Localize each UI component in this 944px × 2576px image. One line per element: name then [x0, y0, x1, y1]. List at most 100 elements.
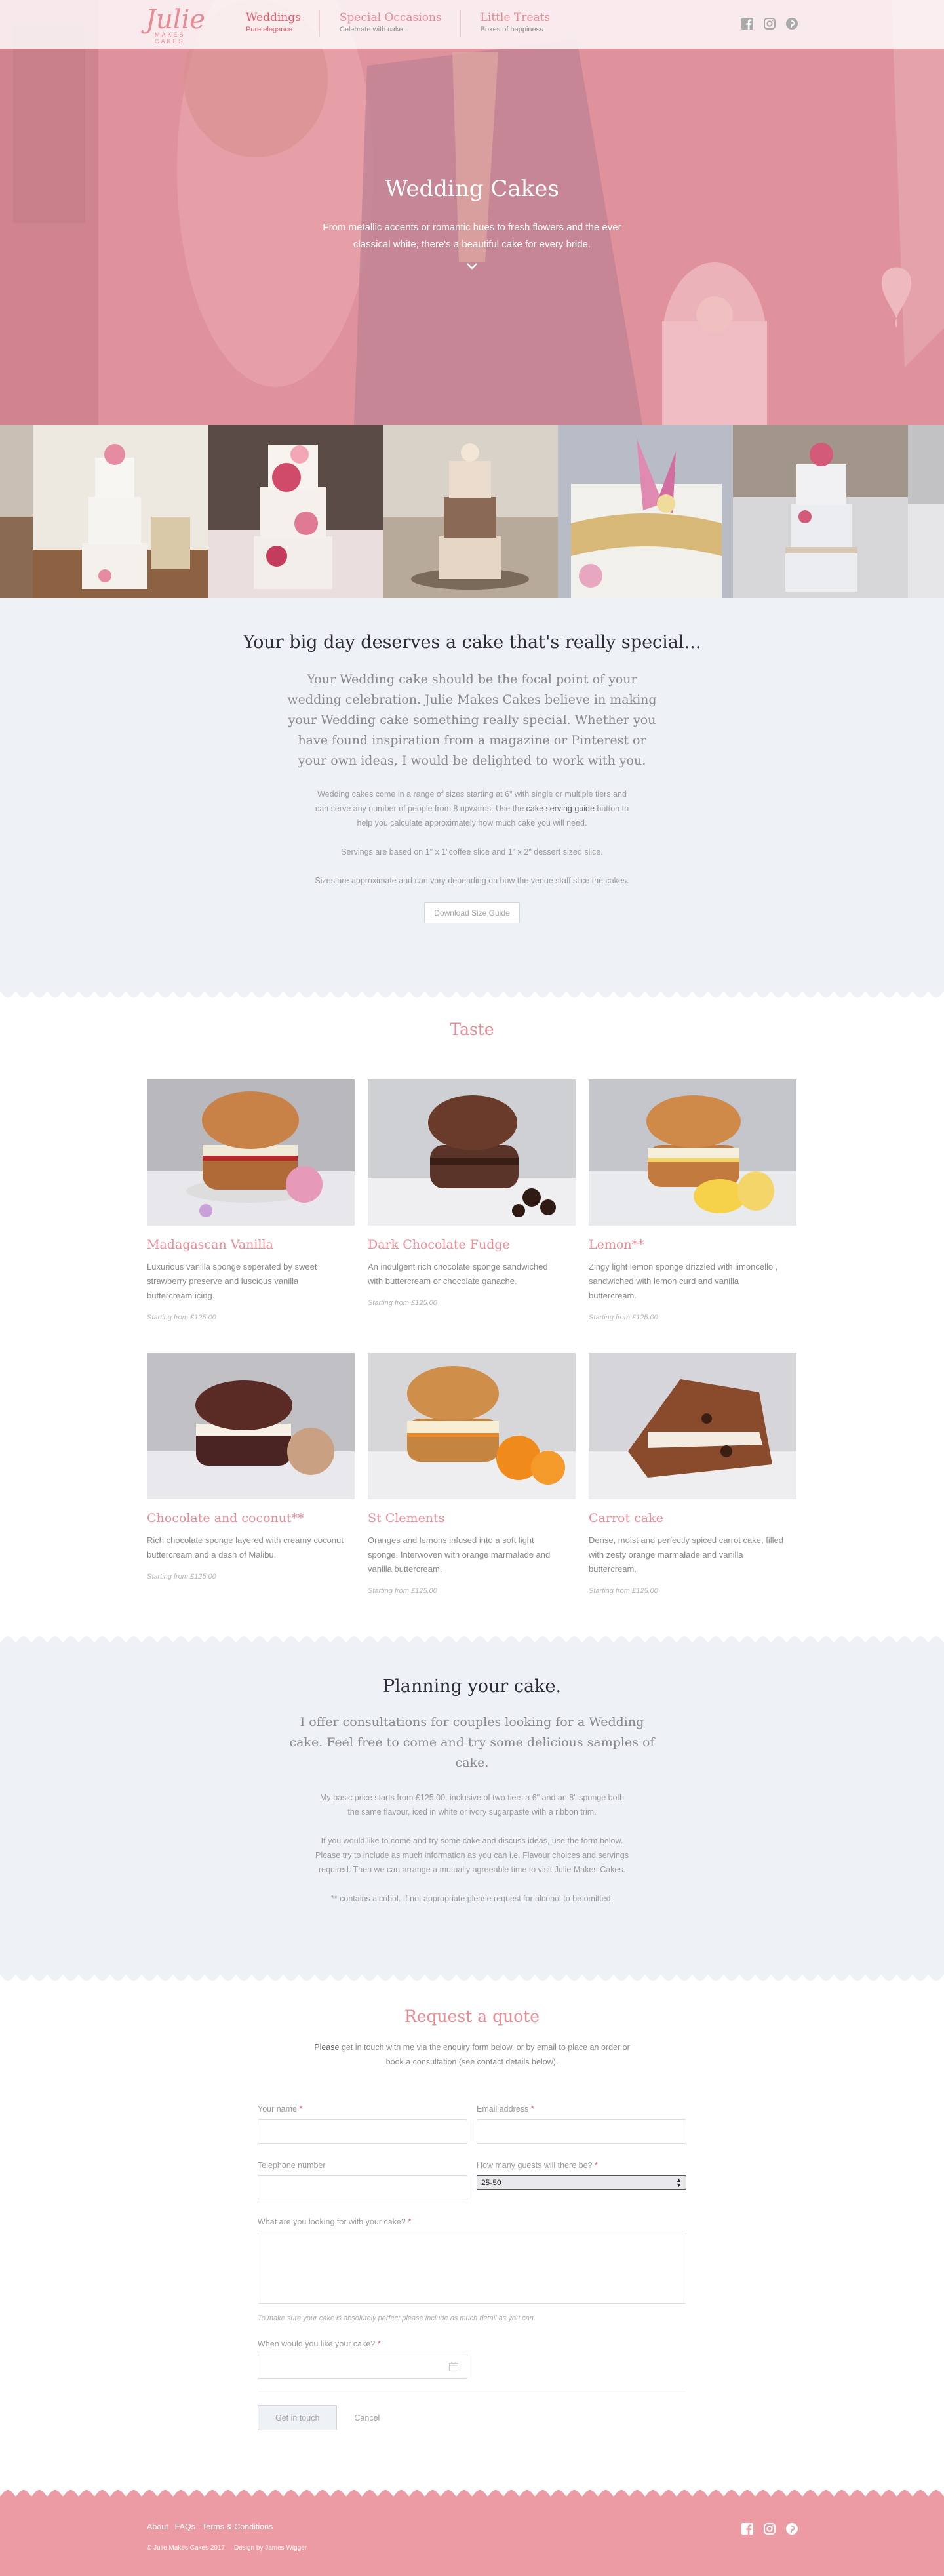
calendar-icon[interactable] — [448, 2362, 459, 2372]
flavour-image — [368, 1353, 576, 1499]
flavour-price: Starting from £125.00 — [589, 1314, 658, 1321]
date-input[interactable] — [258, 2354, 467, 2379]
flavour-price: Starting from £125.00 — [368, 1299, 437, 1307]
guests-select[interactable]: 25-50 ▲ ▼ — [477, 2175, 686, 2190]
nav-subtitle: Boxes of happiness — [480, 26, 543, 33]
quote-form: Your name * Email address * Telephone nu… — [258, 2104, 686, 2430]
gallery-image[interactable] — [33, 425, 208, 598]
intro-heading: Your big day deserves a cake that's real… — [243, 632, 701, 653]
quote-heading: Request a quote — [404, 2007, 540, 2026]
flavour-image — [368, 1079, 576, 1226]
instagram-icon[interactable] — [763, 2522, 776, 2539]
footer-link-terms[interactable]: Terms & Conditions — [202, 2522, 273, 2531]
flavour-title: St Clements — [368, 1511, 445, 1525]
form-hint: To make sure your cake is absolutely per… — [258, 2314, 536, 2322]
planning-lead: I offer consultations for couples lookin… — [289, 1715, 655, 1770]
wave-divider — [0, 1973, 944, 1981]
flavour-description: Luxurious vanilla sponge seperated by sw… — [147, 1262, 317, 1300]
site-footer: About FAQs Terms & Conditions © Julie Ma… — [0, 2490, 944, 2576]
flavour-card[interactable]: Carrot cake Dense, moist and perfectly s… — [589, 1353, 796, 1626]
nav-title: Special Occasions — [339, 11, 442, 24]
phone-label: Telephone number — [258, 2161, 326, 2170]
header-social — [741, 17, 798, 30]
flavour-image — [589, 1079, 796, 1226]
looking-label: What are you looking for with your cake?… — [258, 2217, 412, 2226]
wave-divider — [0, 990, 944, 997]
guests-select-value: 25-50 — [481, 2178, 502, 2187]
nav-title: Little Treats — [480, 11, 551, 24]
name-input[interactable] — [258, 2119, 467, 2144]
footer-link-about[interactable]: About — [147, 2522, 168, 2531]
guests-label: How many guests will there be? * — [477, 2161, 598, 2170]
select-arrows-icon: ▲ ▼ — [676, 2177, 682, 2188]
flavour-description: Dense, moist and perfectly spiced carrot… — [589, 1535, 783, 1574]
pinterest-icon[interactable] — [785, 2522, 798, 2539]
main-nav: Weddings Pure elegance Special Occasions… — [226, 10, 568, 37]
flavour-price: Starting from £125.00 — [589, 1587, 658, 1595]
gallery-image[interactable] — [733, 425, 908, 598]
submit-button[interactable]: Get in touch — [258, 2405, 338, 2430]
gallery-image[interactable] — [558, 425, 733, 598]
cancel-link[interactable]: Cancel — [354, 2413, 380, 2423]
chevron-down-icon[interactable] — [466, 262, 478, 270]
facebook-icon[interactable] — [741, 17, 754, 30]
footer-copyright: © Julie Makes Cakes 2017 Design by James… — [147, 2545, 307, 2552]
flavour-card[interactable]: Lemon** Zingy light lemon sponge drizzle… — [589, 1079, 796, 1353]
flavour-card[interactable]: St Clements Oranges and lemons infused i… — [368, 1353, 576, 1626]
hero-title: Wedding Cakes — [385, 176, 559, 202]
download-size-guide-button[interactable]: Download Size Guide — [424, 902, 520, 923]
intro-paragraph: Wedding cakes come in a range of sizes s… — [315, 790, 629, 828]
flavour-title: Chocolate and coconut** — [147, 1511, 304, 1525]
flavour-image — [589, 1353, 796, 1499]
flavour-image — [147, 1353, 355, 1499]
name-label: Your name * — [258, 2104, 303, 2114]
planning-consult-note: If you would like to come and try some c… — [315, 1836, 629, 1874]
gallery-image[interactable] — [908, 425, 944, 598]
site-header: Julie MAKES CAKES Weddings Pure elegance… — [0, 0, 944, 49]
flavour-card[interactable]: Chocolate and coconut** Rich chocolate s… — [147, 1353, 355, 1626]
taste-heading: Taste — [450, 1020, 494, 1039]
flavour-description: Oranges and lemons infused into a soft l… — [368, 1535, 551, 1574]
flavour-description: Rich chocolate sponge layered with cream… — [147, 1535, 344, 1560]
intro-sizes-note: Sizes are approximate and can vary depen… — [315, 876, 629, 885]
email-label: Email address * — [477, 2104, 534, 2114]
flavour-price: Starting from £125.00 — [147, 1314, 216, 1321]
nav-item-little-treats[interactable]: Little Treats Boxes of happiness — [460, 10, 569, 37]
planning-alcohol-note: ** contains alcohol. If not appropriate … — [330, 1894, 614, 1903]
nav-item-weddings[interactable]: Weddings Pure elegance — [226, 10, 319, 37]
looking-textarea[interactable] — [258, 2232, 686, 2304]
flavour-description: An indulgent rich chocolate sponge sandw… — [368, 1262, 548, 1286]
nav-subtitle: Celebrate with cake... — [339, 26, 409, 33]
footer-link-faqs[interactable]: FAQs — [175, 2522, 195, 2531]
quote-header: Request a quote Please get in touch with… — [0, 2007, 944, 2069]
planning-heading: Planning your cake. — [382, 1676, 562, 1697]
flavour-title: Madagascan Vanilla — [147, 1238, 273, 1252]
cake-serving-guide-link[interactable]: cake serving guide — [526, 804, 595, 813]
taste-grid: Madagascan Vanilla Luxurious vanilla spo… — [147, 1079, 797, 1626]
pinterest-icon[interactable] — [785, 17, 798, 30]
gallery-image[interactable] — [0, 425, 33, 598]
hero-content: Wedding Cakes From metallic accents or r… — [0, 176, 944, 270]
flavour-image — [147, 1079, 355, 1226]
nav-item-special-occasions[interactable]: Special Occasions Celebrate with cake... — [319, 10, 460, 37]
flavour-title: Lemon** — [589, 1238, 644, 1252]
email-input[interactable] — [477, 2119, 686, 2144]
cake-gallery — [0, 425, 944, 598]
taste-heading-wrap: Taste — [0, 1020, 944, 1039]
gallery-image[interactable] — [383, 425, 558, 598]
flavour-card[interactable]: Dark Chocolate Fudge An indulgent rich c… — [368, 1079, 576, 1353]
hero-banner: Wedding Cakes From metallic accents or r… — [0, 0, 944, 425]
footer-social — [741, 2522, 798, 2539]
flavour-title: Dark Chocolate Fudge — [368, 1238, 510, 1252]
flavour-price: Starting from £125.00 — [147, 1573, 216, 1580]
nav-subtitle: Pure elegance — [246, 26, 292, 33]
wave-divider — [0, 2490, 944, 2497]
facebook-icon[interactable] — [741, 2522, 754, 2539]
instagram-icon[interactable] — [763, 17, 776, 30]
gallery-image[interactable] — [208, 425, 383, 598]
logo[interactable]: Julie MAKES CAKES — [146, 5, 211, 45]
phone-input[interactable] — [258, 2175, 467, 2200]
flavour-card[interactable]: Madagascan Vanilla Luxurious vanilla spo… — [147, 1079, 355, 1353]
flavour-price: Starting from £125.00 — [368, 1587, 437, 1595]
wave-divider — [0, 1636, 944, 1643]
